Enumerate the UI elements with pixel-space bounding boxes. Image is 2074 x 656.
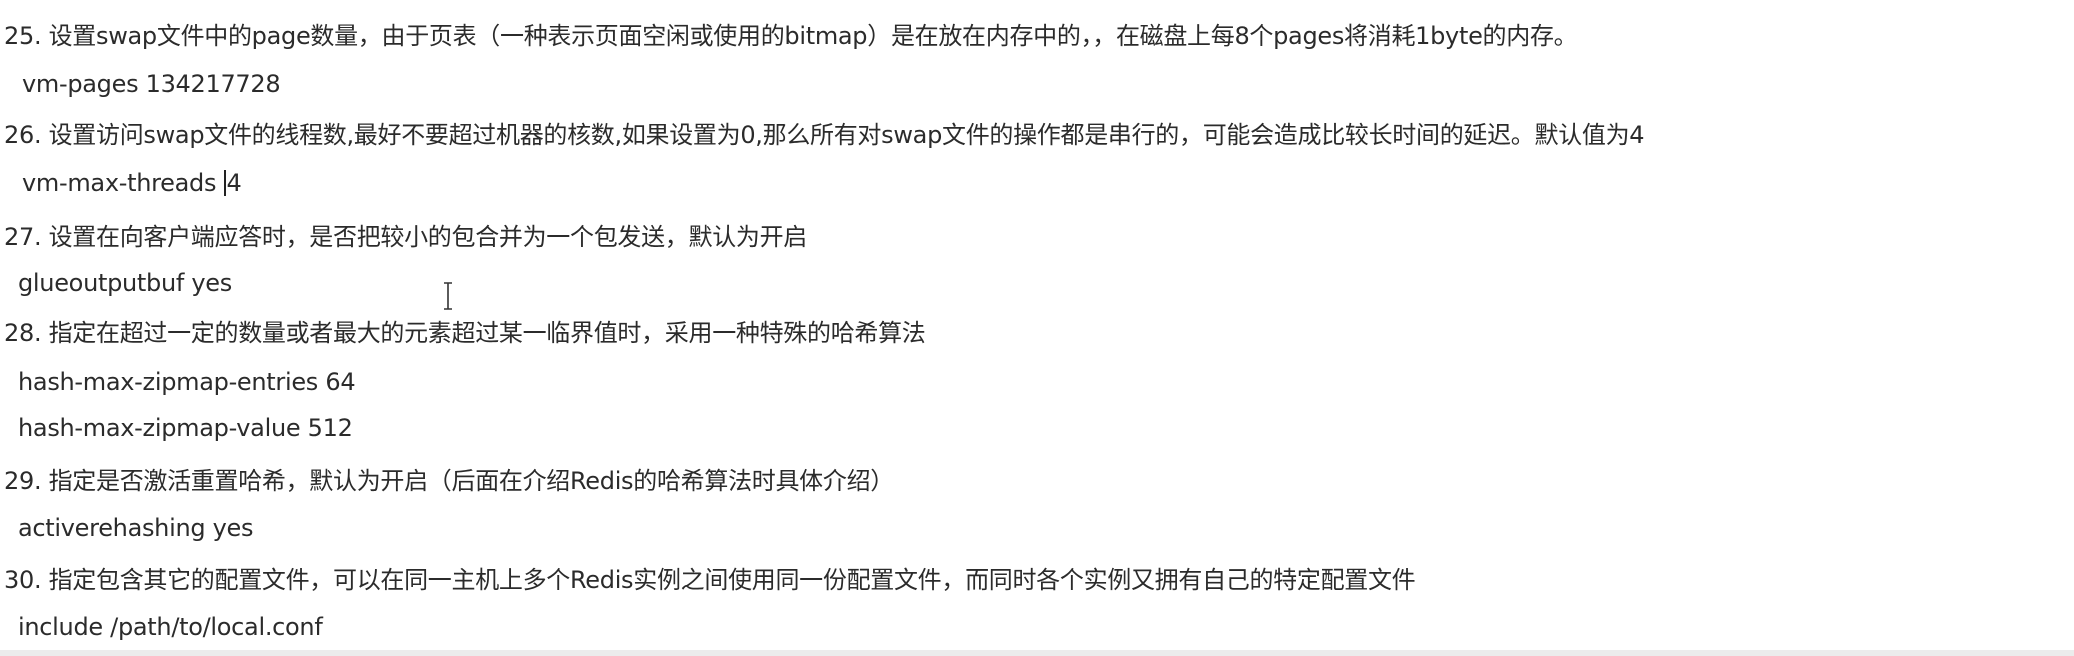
item-28-config-value: hash-max-zipmap-value 512 xyxy=(18,414,353,442)
bottom-divider xyxy=(0,650,2074,656)
item-25-description: 25. 设置swap文件中的page数量，由于页表（一种表示页面空闲或使用的bi… xyxy=(4,22,1578,50)
config-key: vm-max-threads xyxy=(22,169,224,197)
item-30-config: include /path/to/local.conf xyxy=(18,613,323,641)
item-26-config[interactable]: vm-max-threads 4 xyxy=(22,168,242,198)
item-29-description: 29. 指定是否激活重置哈希，默认为开启（后面在介绍Redis的哈希算法时具体介… xyxy=(4,467,894,495)
ibeam-cursor-icon xyxy=(444,282,452,310)
config-value: 4 xyxy=(226,169,242,197)
item-26-description: 26. 设置访问swap文件的线程数,最好不要超过机器的核数,如果设置为0,那么… xyxy=(4,121,1645,149)
item-28-description: 28. 指定在超过一定的数量或者最大的元素超过某一临界值时，采用一种特殊的哈希算… xyxy=(4,319,926,347)
item-27-description: 27. 设置在向客户端应答时，是否把较小的包合并为一个包发送，默认为开启 xyxy=(4,223,807,251)
text-caret xyxy=(223,170,226,196)
item-28-config-entries: hash-max-zipmap-entries 64 xyxy=(18,368,356,396)
item-29-config: activerehashing yes xyxy=(18,514,254,542)
item-25-config: vm-pages 134217728 xyxy=(22,70,281,98)
item-30-description: 30. 指定包含其它的配置文件，可以在同一主机上多个Redis实例之间使用同一份… xyxy=(4,566,1416,594)
item-27-config: glueoutputbuf yes xyxy=(18,269,232,297)
